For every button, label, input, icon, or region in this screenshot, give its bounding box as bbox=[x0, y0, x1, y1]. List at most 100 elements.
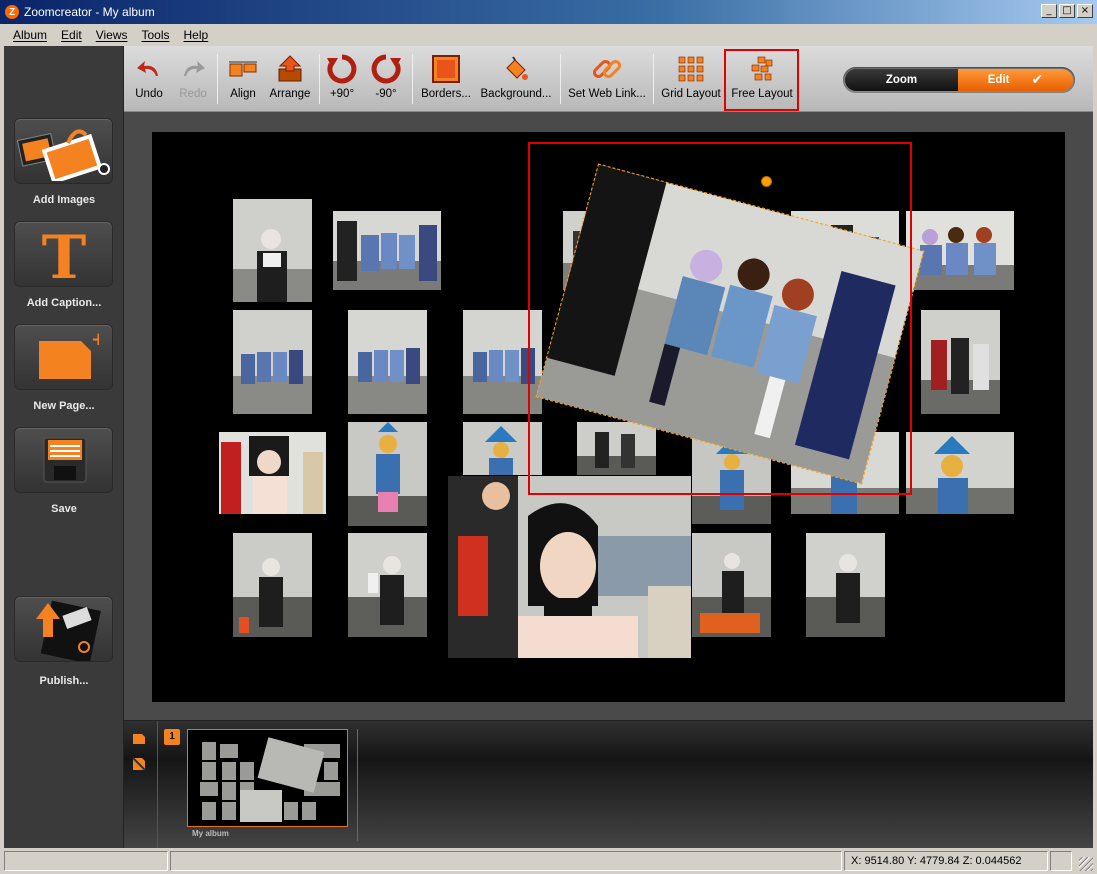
photo-thumbnail[interactable] bbox=[233, 533, 312, 637]
menu-help[interactable]: Help bbox=[177, 28, 216, 42]
toolbar-separator bbox=[217, 54, 218, 104]
publish-button[interactable] bbox=[14, 596, 113, 662]
borders-button[interactable]: Borders... bbox=[420, 54, 472, 106]
photo-thumbnail[interactable] bbox=[333, 211, 441, 290]
status-pane-extra bbox=[1050, 851, 1072, 871]
set-web-link-button[interactable]: Set Web Link... bbox=[568, 54, 646, 106]
grid-layout-button[interactable]: Grid Layout bbox=[660, 54, 722, 106]
svg-text:T: T bbox=[41, 224, 86, 284]
page-thumbnail[interactable] bbox=[187, 729, 348, 827]
window-title: Zoomcreator - My album bbox=[24, 5, 155, 19]
photo-thumbnail[interactable] bbox=[348, 533, 427, 637]
free-layout-highlight bbox=[724, 49, 799, 111]
borders-label: Borders... bbox=[421, 88, 471, 100]
undo-icon bbox=[137, 61, 158, 76]
toolbar-separator bbox=[653, 54, 654, 104]
menu-album[interactable]: Album bbox=[6, 28, 54, 42]
photo-image bbox=[348, 310, 427, 414]
selection-highlight bbox=[528, 142, 912, 495]
status-pane-left bbox=[4, 851, 168, 871]
photo-image bbox=[348, 422, 427, 526]
photo-thumbnail[interactable] bbox=[692, 533, 771, 637]
align-label: Align bbox=[230, 88, 256, 100]
photo-large[interactable] bbox=[448, 476, 691, 658]
photo-thumbnail[interactable] bbox=[906, 432, 1014, 514]
title-bar: Z Zoomcreator - My album _ □ × bbox=[0, 0, 1097, 24]
undo-button[interactable]: Undo bbox=[132, 54, 166, 106]
chain-link-icon bbox=[592, 59, 622, 79]
page-strip: 1 My album bbox=[124, 720, 1093, 849]
photo-image bbox=[233, 310, 312, 414]
new-page-icon: + bbox=[38, 329, 99, 379]
app-logo-icon: Z bbox=[5, 5, 19, 19]
photo-image bbox=[692, 533, 771, 637]
rotate-ccw-label: -90° bbox=[375, 88, 397, 100]
save-button[interactable] bbox=[14, 427, 113, 493]
add-caption-button[interactable]: T bbox=[14, 221, 113, 287]
publish-label: Publish... bbox=[39, 675, 89, 687]
resize-grip-icon[interactable] bbox=[1079, 857, 1093, 871]
add-images-label: Add Images bbox=[32, 194, 96, 206]
toolbar: Undo Redo Align Arrange +90° -90° Border… bbox=[124, 46, 1093, 112]
menu-views[interactable]: Views bbox=[89, 28, 135, 42]
photo-thumbnail[interactable] bbox=[921, 310, 1000, 414]
new-page-label: New Page... bbox=[33, 400, 95, 412]
close-icon[interactable]: × bbox=[1077, 4, 1093, 18]
menu-bar: Album Edit Views Tools Help bbox=[0, 24, 1097, 46]
zoomcreator-window: Z Zoomcreator - My album _ □ × Album Edi… bbox=[0, 0, 1097, 874]
zoom-mode-button[interactable]: Zoom bbox=[845, 69, 958, 91]
photo-thumbnail[interactable] bbox=[348, 422, 427, 526]
photo-thumbnail[interactable] bbox=[233, 199, 312, 302]
new-page-button[interactable]: + bbox=[14, 324, 113, 390]
photo-thumbnail[interactable] bbox=[219, 432, 326, 514]
page-thumbnail-image bbox=[188, 730, 347, 826]
photo-image bbox=[906, 432, 1014, 514]
set-web-link-label: Set Web Link... bbox=[568, 88, 646, 100]
strip-tools bbox=[124, 721, 158, 849]
photo-thumbnail[interactable] bbox=[348, 310, 427, 414]
rotate-ccw-button[interactable]: -90° bbox=[368, 54, 404, 106]
minimize-icon[interactable]: _ bbox=[1041, 4, 1057, 18]
rotate-cw-button[interactable]: +90° bbox=[324, 54, 360, 106]
rotate-ccw-icon bbox=[371, 54, 401, 84]
redo-icon bbox=[184, 61, 205, 76]
photo-image bbox=[448, 476, 691, 658]
album-name-label: My album bbox=[192, 829, 229, 838]
edit-mode-label: Edit bbox=[987, 74, 1010, 86]
undo-label: Undo bbox=[135, 88, 163, 100]
publish-icon bbox=[35, 600, 101, 661]
menu-tools[interactable]: Tools bbox=[135, 28, 177, 42]
maximize-icon[interactable]: □ bbox=[1059, 4, 1075, 18]
paint-bucket-icon bbox=[506, 56, 528, 80]
redo-label: Redo bbox=[179, 88, 207, 100]
add-caption-label: Add Caption... bbox=[26, 297, 102, 309]
svg-text:+: + bbox=[91, 329, 99, 350]
menu-edit[interactable]: Edit bbox=[54, 28, 89, 42]
photo-image bbox=[233, 533, 312, 637]
text-t-icon: T bbox=[41, 224, 86, 284]
photo-thumbnail[interactable] bbox=[806, 533, 885, 637]
arrange-button[interactable]: Arrange bbox=[268, 54, 312, 106]
album-page-canvas[interactable] bbox=[152, 132, 1065, 702]
photo-image bbox=[921, 310, 1000, 414]
photo-image bbox=[348, 533, 427, 637]
align-button[interactable]: Align bbox=[224, 54, 262, 106]
background-label: Background... bbox=[480, 88, 552, 100]
photo-thumbnail[interactable] bbox=[233, 310, 312, 414]
borders-icon bbox=[432, 55, 460, 83]
left-sidebar: Add Images T Add Caption... + New Page..… bbox=[4, 46, 124, 848]
photo-image bbox=[233, 199, 312, 302]
rotate-handle-icon[interactable] bbox=[761, 176, 772, 187]
redo-button[interactable]: Redo bbox=[176, 54, 210, 106]
arrange-icon bbox=[278, 55, 302, 82]
add-images-button[interactable] bbox=[14, 118, 113, 184]
background-button[interactable]: Background... bbox=[480, 54, 552, 106]
rotate-cw-label: +90° bbox=[329, 88, 355, 100]
edit-mode-button[interactable]: Edit ✔ bbox=[958, 69, 1073, 91]
new-page-small-icon[interactable] bbox=[132, 733, 146, 745]
window-controls: _ □ × bbox=[1041, 4, 1093, 18]
toolbar-separator bbox=[412, 54, 413, 104]
mode-toggle[interactable]: Zoom Edit ✔ bbox=[843, 67, 1075, 93]
delete-page-icon[interactable] bbox=[132, 757, 146, 771]
page-number-badge: 1 bbox=[164, 729, 180, 745]
